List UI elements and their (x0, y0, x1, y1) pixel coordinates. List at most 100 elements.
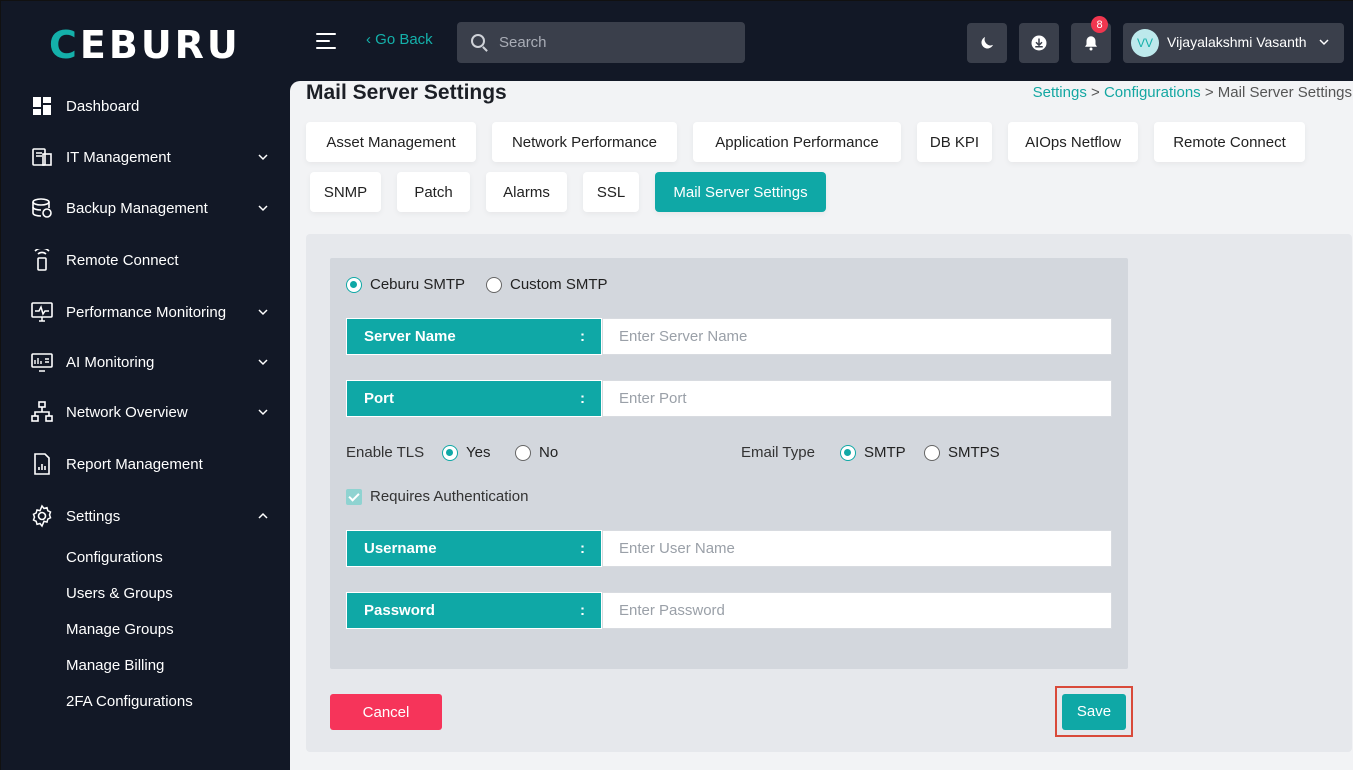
dashboard-icon (29, 94, 55, 118)
cancel-button[interactable]: Cancel (330, 694, 442, 730)
search-input[interactable] (499, 22, 739, 63)
sidebar-item-label: Backup Management (66, 199, 208, 217)
network-icon (29, 400, 55, 424)
radio-tls-yes[interactable]: Yes (442, 444, 490, 461)
requires-auth-checkbox[interactable]: Requires Authentication (346, 488, 528, 505)
radio-label: Yes (466, 444, 491, 461)
sidebar-subitem-users-groups[interactable]: Users & Groups (66, 585, 173, 602)
radio-custom-smtp[interactable]: Custom SMTP (486, 276, 608, 293)
dark-mode-button[interactable] (967, 23, 1007, 63)
tab-mail-server-settings[interactable]: Mail Server Settings (655, 172, 826, 212)
breadcrumb-configurations[interactable]: Configurations (1104, 84, 1201, 101)
field-label-text: Password (364, 602, 435, 619)
radio-label: Ceburu SMTP (370, 276, 466, 293)
sidebar-item-ai-monitoring[interactable]: AI Monitoring (29, 347, 269, 377)
page-title: Mail Server Settings (306, 81, 507, 104)
radio-label: Custom SMTP (510, 276, 608, 293)
checkbox-label: Requires Authentication (370, 488, 529, 505)
hamburger-menu-icon[interactable] (316, 33, 336, 49)
report-icon (29, 452, 55, 476)
sidebar-item-dashboard[interactable]: Dashboard (29, 91, 269, 121)
port-input[interactable] (602, 380, 1112, 417)
tab-aiops-netflow[interactable]: AIOps Netflow (1008, 122, 1138, 162)
password-row: Password: (346, 592, 1112, 629)
password-label: Password: (346, 592, 602, 629)
backup-icon (29, 196, 55, 220)
tab-patch[interactable]: Patch (397, 172, 470, 212)
radio-label: No (539, 444, 559, 461)
bell-icon (1085, 36, 1097, 51)
ai-monitor-icon (29, 350, 55, 374)
logo-text: EBURU (79, 23, 241, 67)
username-input[interactable] (602, 530, 1112, 567)
save-button-highlight: Save (1055, 686, 1133, 737)
tab-asset-management[interactable]: Asset Management (306, 122, 476, 162)
save-button[interactable]: Save (1062, 693, 1126, 730)
radio-dot (515, 444, 531, 461)
server-name-input[interactable] (602, 318, 1112, 355)
sidebar-item-backup-management[interactable]: Backup Management (29, 193, 269, 223)
radio-dot (346, 276, 362, 293)
sidebar-item-performance-monitoring[interactable]: Performance Monitoring (29, 297, 269, 327)
tab-network-performance[interactable]: Network Performance (492, 122, 677, 162)
notification-badge: 8 (1091, 16, 1108, 33)
tab-db-kpi[interactable]: DB KPI (917, 122, 992, 162)
chevron-up-icon (258, 512, 268, 519)
sidebar-item-report-management[interactable]: Report Management (29, 449, 269, 479)
sidebar-item-label: Report Management (66, 455, 203, 473)
sidebar-subitem-manage-billing[interactable]: Manage Billing (66, 657, 164, 674)
tab-alarms[interactable]: Alarms (486, 172, 567, 212)
ceburu-logo[interactable]: CEBURU (49, 23, 241, 67)
main-content: Mail Server Settings Settings > Configur… (290, 81, 1353, 770)
tab-remote-connect[interactable]: Remote Connect (1154, 122, 1305, 162)
radio-tls-no[interactable]: No (515, 444, 558, 461)
tab-application-performance[interactable]: Application Performance (693, 122, 901, 162)
sidebar-item-network-overview[interactable]: Network Overview (29, 397, 269, 427)
tab-ssl[interactable]: SSL (583, 172, 639, 212)
radio-dot (840, 444, 856, 461)
moon-icon (981, 37, 993, 49)
go-back-link[interactable]: ‹ Go Back (366, 31, 433, 48)
field-colon: : (580, 540, 585, 557)
radio-email-smtp[interactable]: SMTP (840, 444, 906, 461)
top-bar: CEBURU ‹ Go Back 8 VV Vijayalakshmi Vasa… (1, 1, 1353, 81)
radio-dot (486, 276, 502, 293)
breadcrumb: Settings > Configurations > Mail Server … (1033, 84, 1352, 101)
chevron-down-icon (258, 409, 268, 416)
search-box[interactable] (457, 22, 745, 63)
sidebar-item-label: IT Management (66, 148, 171, 166)
server-name-row: Server Name: (346, 318, 1112, 355)
user-menu[interactable]: VV Vijayalakshmi Vasanth (1123, 23, 1344, 63)
radio-ceburu-smtp[interactable]: Ceburu SMTP (346, 276, 465, 293)
radio-dot (442, 444, 458, 461)
radio-email-smtps[interactable]: SMTPS (924, 444, 1000, 461)
sidebar-item-label: AI Monitoring (66, 353, 155, 371)
chevron-down-icon (258, 309, 268, 316)
sidebar-item-settings[interactable]: Settings (29, 501, 269, 531)
chevron-down-icon (258, 205, 268, 212)
sidebar-item-it-management[interactable]: IT Management (29, 142, 269, 172)
sidebar-subitem-configurations[interactable]: Configurations (66, 549, 163, 566)
field-colon: : (580, 602, 585, 619)
breadcrumb-settings[interactable]: Settings (1033, 84, 1087, 101)
tab-snmp[interactable]: SNMP (310, 172, 381, 212)
remote-icon (29, 248, 55, 272)
sidebar-subitem-manage-groups[interactable]: Manage Groups (66, 621, 174, 638)
sidebar-item-label: Remote Connect (66, 251, 179, 269)
sidebar-item-label: Performance Monitoring (66, 303, 227, 321)
mail-server-form: Ceburu SMTP Custom SMTP Server Name: Por… (330, 258, 1128, 669)
radio-label: SMTPS (948, 444, 1000, 461)
sidebar-subitem-2fa-configurations[interactable]: 2FA Configurations (66, 693, 193, 710)
checkbox-checked-icon (346, 488, 362, 505)
field-label-text: Username (364, 540, 437, 557)
radio-dot (924, 444, 940, 461)
sidebar: Dashboard IT Management Backup Managemen… (1, 81, 290, 770)
download-button[interactable] (1019, 23, 1059, 63)
field-colon: : (580, 328, 585, 345)
search-icon (471, 34, 485, 48)
user-name: Vijayalakshmi Vasanth (1167, 34, 1307, 50)
notifications-button[interactable]: 8 (1071, 16, 1111, 63)
password-input[interactable] (602, 592, 1112, 629)
settings-panel: Ceburu SMTP Custom SMTP Server Name: Por… (306, 234, 1352, 752)
sidebar-item-remote-connect[interactable]: Remote Connect (29, 245, 269, 275)
